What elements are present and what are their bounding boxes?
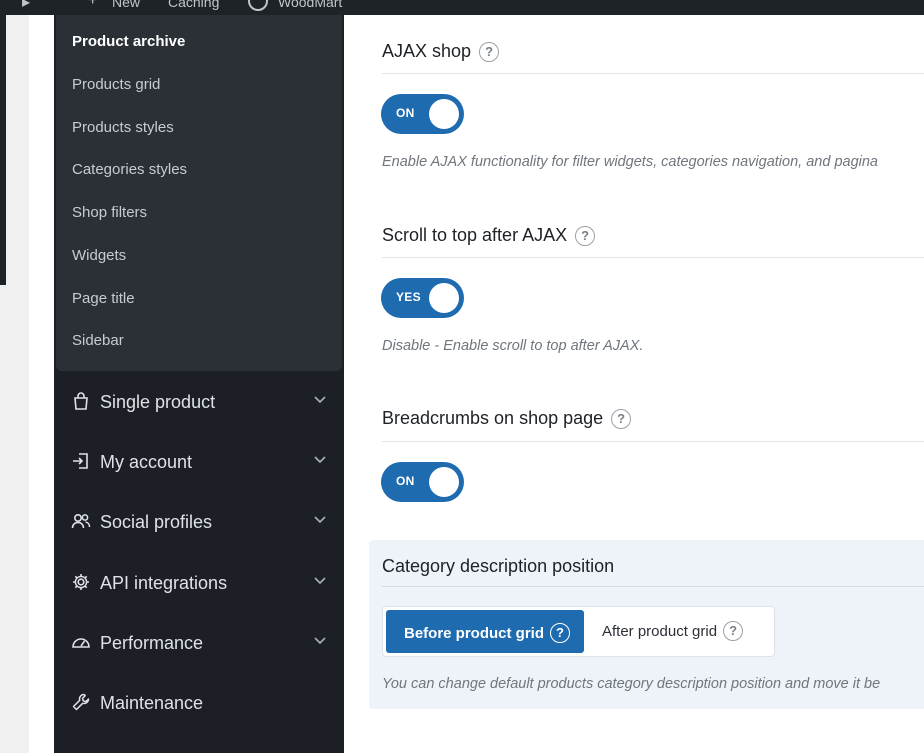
chevron-down-icon: [314, 577, 326, 585]
option-title-ajax-shop: AJAX shop?: [382, 41, 500, 62]
option-title-scroll-top: Scroll to top after AJAX?: [382, 225, 596, 246]
option-title-category-description: Category description position: [382, 556, 615, 576]
sidebar-item-single-product[interactable]: Single product: [54, 381, 344, 425]
chevron-down-icon: [314, 516, 326, 524]
after-product-grid-option[interactable]: After product grid?: [602, 621, 744, 641]
toggle-knob: [429, 283, 459, 313]
wp-logo-icon[interactable]: ▸: [22, 0, 30, 12]
sidebar-item-social-profiles[interactable]: Social profiles: [54, 501, 344, 545]
help-icon[interactable]: ?: [611, 409, 632, 429]
shop-submenu: Product archive Products grid Products s…: [56, 15, 342, 371]
wp-admin-menu-strip: [0, 15, 29, 753]
admin-bar-woodmart[interactable]: WoodMart: [278, 0, 342, 10]
plus-icon[interactable]: +: [88, 0, 97, 10]
settings-content: AJAX shop? ON Enable AJAX functionality …: [344, 15, 924, 753]
before-product-grid-option[interactable]: Before product grid?: [386, 610, 584, 653]
scroll-top-description: Disable - Enable scroll to top after AJA…: [382, 338, 644, 354]
toggle-label: YES: [396, 290, 421, 304]
divider: [382, 257, 924, 258]
toggle-label: ON: [396, 106, 415, 120]
scroll-top-toggle[interactable]: YES: [381, 278, 464, 318]
toggle-label: ON: [396, 474, 415, 488]
submenu-item-products-grid[interactable]: Products grid: [72, 76, 160, 93]
option-title-text: AJAX shop: [382, 41, 472, 61]
sidebar-item-performance[interactable]: Performance: [54, 622, 344, 666]
sidebar-item-label: Maintenance: [100, 693, 204, 713]
submenu-item-widgets[interactable]: Widgets: [72, 247, 126, 264]
toggle-knob: [429, 467, 459, 497]
sidebar-item-api-integrations[interactable]: API integrations: [54, 562, 344, 606]
option-title-text: Scroll to top after AJAX: [382, 225, 568, 245]
option-title-breadcrumbs: Breadcrumbs on shop page?: [382, 408, 632, 429]
wrench-icon: [72, 693, 90, 711]
submenu-item-sidebar[interactable]: Sidebar: [72, 332, 124, 349]
breadcrumbs-toggle[interactable]: ON: [381, 462, 464, 502]
help-icon[interactable]: ?: [723, 621, 744, 641]
sidebar-item-label: Single product: [100, 392, 216, 412]
ajax-shop-toggle[interactable]: ON: [381, 94, 464, 134]
theme-settings-sidebar: Product archive Products grid Products s…: [54, 15, 344, 753]
help-icon[interactable]: ?: [575, 226, 596, 246]
login-icon: [73, 453, 88, 469]
speedometer-icon: [72, 638, 90, 648]
divider: [382, 73, 924, 74]
woodmart-icon: [248, 0, 268, 11]
description-position-selector: Before product grid? After product grid?: [382, 606, 775, 657]
category-description-panel: Category description position Before pro…: [369, 540, 924, 709]
option-label: After product grid: [602, 623, 718, 640]
sidebar-item-label: API integrations: [100, 573, 228, 593]
option-title-text: Breadcrumbs on shop page: [382, 408, 604, 428]
admin-bar-caching[interactable]: Caching: [168, 0, 219, 10]
option-label: Before product grid: [404, 625, 545, 642]
submenu-item-categories-styles[interactable]: Categories styles: [72, 161, 187, 178]
wp-admin-menu-edge: [0, 15, 6, 285]
shopping-bag-icon: [74, 392, 88, 410]
users-icon: [71, 513, 91, 529]
submenu-item-page-title[interactable]: Page title: [72, 290, 135, 307]
divider: [382, 441, 924, 442]
submenu-item-product-archive[interactable]: Product archive: [72, 33, 185, 50]
gear-icon: [73, 574, 89, 590]
submenu-item-shop-filters[interactable]: Shop filters: [72, 204, 147, 221]
ajax-shop-description: Enable AJAX functionality for filter wid…: [382, 154, 878, 170]
wp-admin-bar: ▸ + New Caching WoodMart: [0, 0, 924, 15]
divider: [382, 586, 924, 587]
sidebar-item-maintenance[interactable]: Maintenance: [54, 682, 344, 726]
sidebar-item-label: Performance: [100, 633, 204, 653]
chevron-down-icon: [314, 637, 326, 645]
chevron-down-icon: [314, 456, 326, 464]
sidebar-item-my-account[interactable]: My account: [54, 441, 344, 485]
submenu-item-products-styles[interactable]: Products styles: [72, 119, 174, 136]
sidebar-item-label: My account: [100, 452, 193, 472]
category-description-note: You can change default products category…: [382, 676, 881, 692]
admin-bar-new[interactable]: New: [112, 0, 140, 10]
sidebar-item-label: Social profiles: [100, 512, 213, 532]
toggle-knob: [429, 99, 459, 129]
chevron-down-icon: [314, 396, 326, 404]
help-icon[interactable]: ?: [550, 623, 571, 643]
help-icon[interactable]: ?: [479, 42, 500, 62]
